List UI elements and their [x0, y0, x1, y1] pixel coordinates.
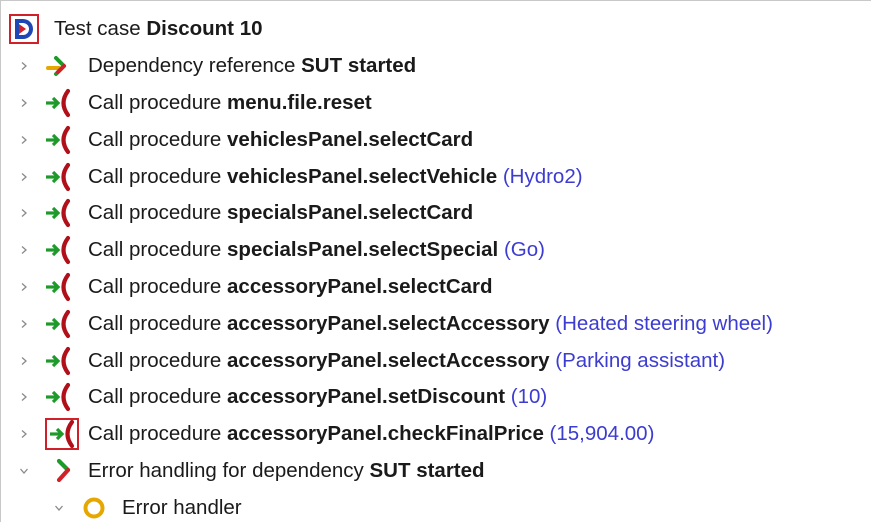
tree-row[interactable]: Call procedure accessoryPanel.selectAcce… [0, 305, 872, 342]
tree-row[interactable]: Error handling for dependency SUT starte… [0, 453, 872, 490]
node-name: accessoryPanel.selectCard [227, 274, 493, 298]
procedure-call-icon [43, 125, 73, 155]
node-type-label: Call procedure [88, 348, 222, 372]
node-type-label: Call procedure [88, 201, 222, 225]
expand-chevron-icon[interactable] [17, 280, 31, 294]
expand-chevron-icon[interactable] [17, 390, 31, 404]
procedure-call-icon [45, 418, 79, 451]
node-type-label: Call procedure [88, 311, 222, 335]
expand-chevron-icon[interactable] [17, 354, 31, 368]
node-name: menu.file.reset [227, 90, 372, 114]
expand-chevron-icon[interactable] [17, 133, 31, 147]
node-name: accessoryPanel.setDiscount [227, 385, 506, 409]
node-parameter: (Hydro2) [502, 164, 583, 188]
tree-row[interactable]: Call procedure accessoryPanel.selectAcce… [0, 342, 872, 379]
node-type-label: Error handling for dependency [88, 458, 364, 482]
node-parameter: (15,904.00) [549, 421, 655, 445]
procedure-call-icon [43, 235, 73, 265]
node-type-label: Error handler [122, 495, 242, 519]
node-name: specialsPanel.selectSpecial [227, 237, 499, 261]
procedure-call-icon [43, 309, 73, 339]
tree-row[interactable]: Dependency reference SUT started [0, 48, 872, 85]
expand-chevron-icon[interactable] [17, 59, 31, 73]
procedure-call-icon [43, 88, 73, 118]
node-type-label: Dependency reference [88, 53, 296, 77]
node-name: vehiclesPanel.selectVehicle [227, 164, 498, 188]
tree-row[interactable]: Error handler [0, 489, 872, 526]
procedure-call-icon [43, 272, 73, 302]
node-type-label: Call procedure [88, 237, 222, 261]
node-type-label: Call procedure [88, 274, 222, 298]
collapse-chevron-icon[interactable] [17, 464, 31, 478]
node-type-label: Call procedure [88, 90, 222, 114]
node-name: Discount 10 [146, 17, 263, 41]
error-handling-icon [50, 456, 80, 486]
test-case-icon [9, 14, 39, 45]
procedure-call-icon [43, 162, 73, 192]
node-name: SUT started [301, 53, 417, 77]
error-handler-icon [79, 493, 109, 523]
procedure-call-icon [43, 198, 73, 228]
node-type-label: Test case [54, 17, 141, 41]
expand-chevron-icon[interactable] [17, 96, 31, 110]
test-tree: Test case Discount 10 Dependency referen… [0, 11, 872, 526]
tree-row[interactable]: Call procedure specialsPanel.selectSpeci… [0, 232, 872, 269]
node-name: accessoryPanel.selectAccessory [227, 311, 550, 335]
node-name: specialsPanel.selectCard [227, 201, 474, 225]
node-name: accessoryPanel.selectAccessory [227, 348, 550, 372]
expand-chevron-icon[interactable] [17, 243, 31, 257]
node-parameter: (10) [510, 385, 548, 409]
node-parameter: (Heated steering wheel) [555, 311, 773, 335]
expand-chevron-icon[interactable] [17, 206, 31, 220]
tree-row[interactable]: Call procedure specialsPanel.selectCard [0, 195, 872, 232]
expand-chevron-icon[interactable] [17, 170, 31, 184]
node-type-label: Call procedure [88, 164, 222, 188]
tree-row-text: Test case Discount 10 [54, 17, 263, 41]
node-parameter: (Parking assistant) [555, 348, 726, 372]
collapse-chevron-icon[interactable] [52, 501, 66, 515]
expand-chevron-icon[interactable] [17, 317, 31, 331]
node-type-label: Call procedure [88, 127, 222, 151]
node-type-label: Call procedure [88, 421, 222, 445]
tree-row[interactable]: Call procedure menu.file.reset [0, 85, 872, 122]
tree-row[interactable]: Call procedure accessoryPanel.selectCard [0, 269, 872, 306]
tree-row-root[interactable]: Test case Discount 10 [0, 11, 872, 48]
node-type-label: Call procedure [88, 385, 222, 409]
tree-row[interactable]: Call procedure accessoryPanel.setDiscoun… [0, 379, 872, 416]
node-parameter: (Go) [503, 237, 545, 261]
procedure-call-icon [43, 346, 73, 376]
expand-chevron-icon[interactable] [17, 427, 31, 441]
procedure-call-icon [43, 382, 73, 412]
tree-row[interactable]: Call procedure vehiclesPanel.selectVehic… [0, 158, 872, 195]
node-name: SUT started [369, 458, 485, 482]
tree-row[interactable]: Call procedure accessoryPanel.checkFinal… [0, 416, 872, 453]
node-name: accessoryPanel.checkFinalPrice [227, 421, 544, 445]
node-name: vehiclesPanel.selectCard [227, 127, 474, 151]
tree-row[interactable]: Call procedure vehiclesPanel.selectCard [0, 121, 872, 158]
dependency-reference-icon [43, 51, 73, 81]
